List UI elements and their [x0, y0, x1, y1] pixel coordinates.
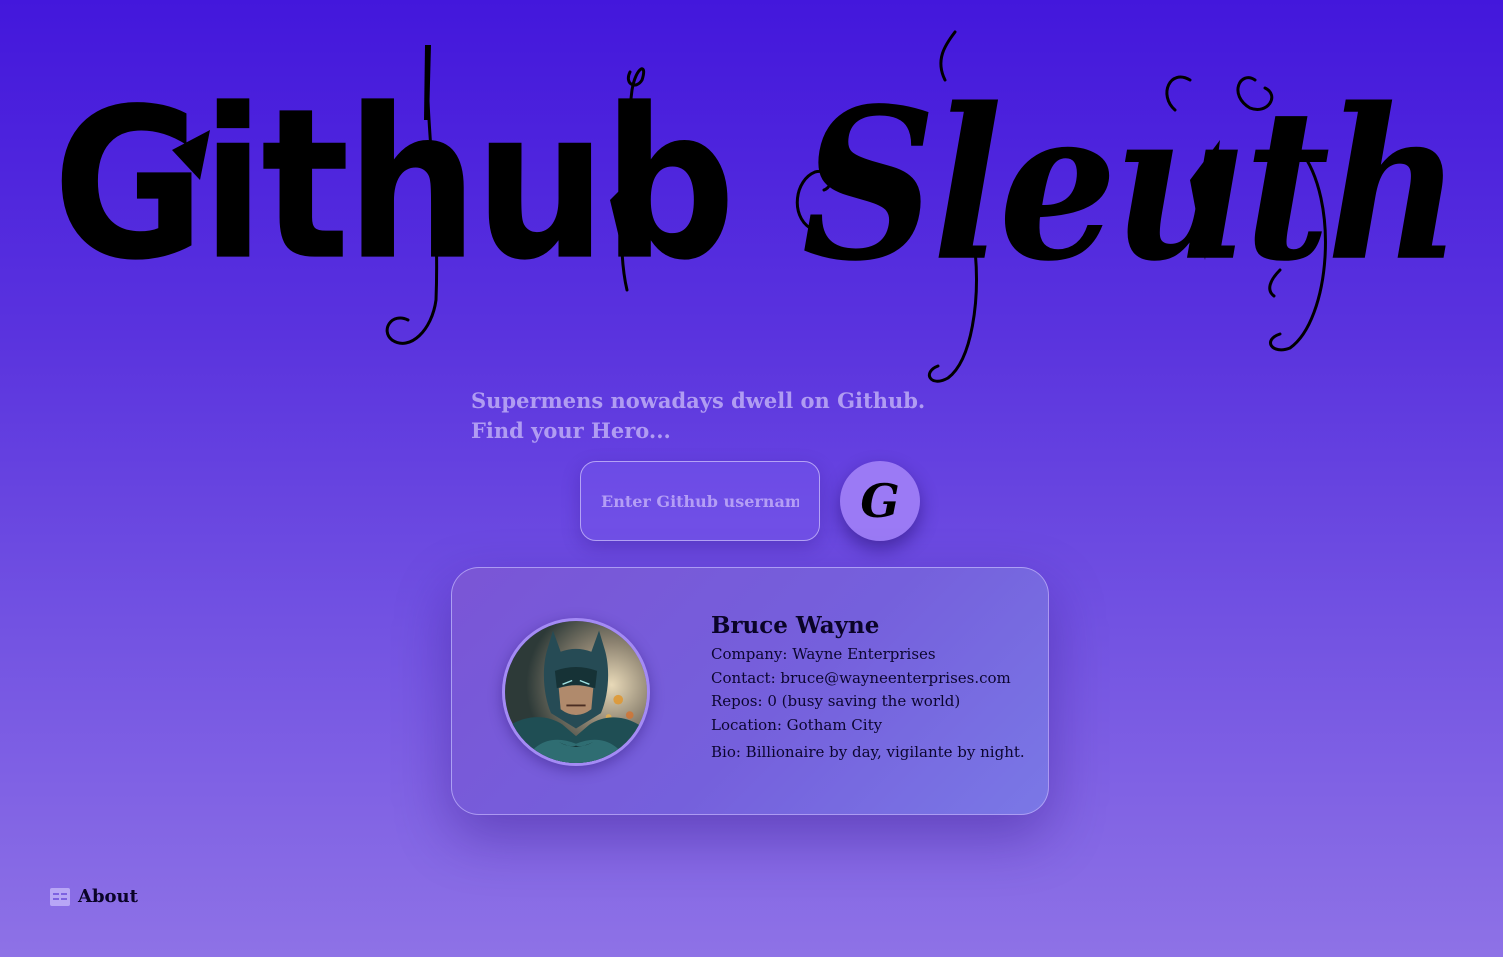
profile-contact: Contact: bruce@wayneenterprises.com	[711, 668, 1011, 687]
tagline-line-2: Find your Hero...	[471, 418, 671, 443]
profile-name: Bruce Wayne	[711, 612, 880, 639]
book-icon	[50, 887, 70, 906]
profile-card: Bruce Wayne Company: Wayne Enterprises C…	[451, 567, 1049, 815]
profile-location: Location: Gotham City	[711, 715, 883, 734]
tagline-line-1: Supermens nowadays dwell on Github.	[471, 388, 926, 413]
profile-bio: Bio: Billionaire by day, vigilante by ni…	[711, 743, 1025, 761]
profile-info: Bruce Wayne Company: Wayne Enterprises C…	[711, 612, 1025, 765]
profile-repos: Repos: 0 (busy saving the world)	[711, 692, 961, 710]
username-search-input[interactable]	[580, 461, 820, 541]
about-label: About	[78, 886, 138, 907]
page-title: Github Sleuth	[53, 70, 1462, 300]
search-button[interactable]: G	[840, 461, 920, 541]
tagline: Supermens nowadays dwell on Github. Find…	[471, 386, 925, 446]
title-word-sleuth: Sleuth	[801, 61, 1462, 308]
avatar-image	[505, 621, 647, 763]
profile-company: Company: Wayne Enterprises	[711, 645, 936, 663]
title-word-github: Github	[52, 62, 736, 306]
avatar	[502, 618, 650, 766]
github-g-icon: G	[860, 474, 900, 528]
about-link[interactable]: About	[50, 886, 138, 907]
